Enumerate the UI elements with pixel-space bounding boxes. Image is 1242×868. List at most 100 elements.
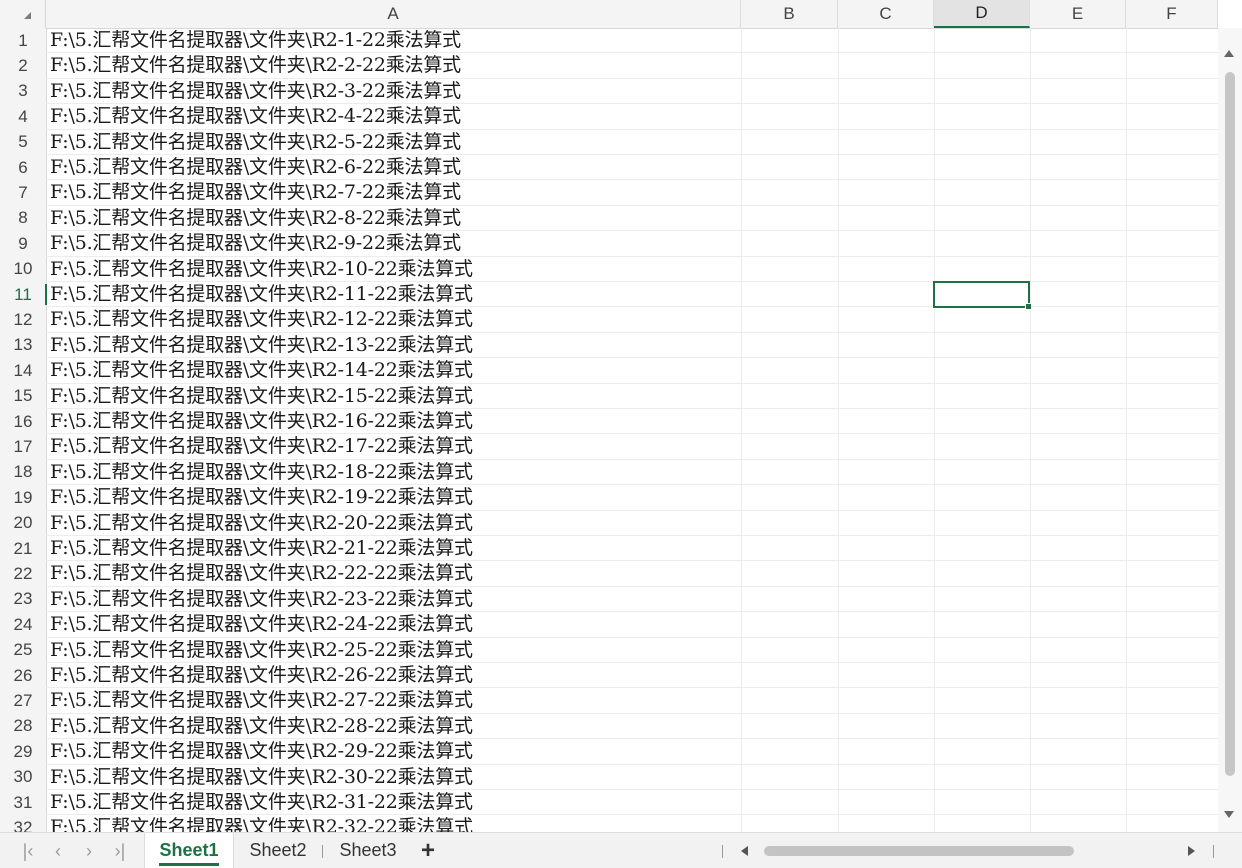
cell-a[interactable]: F:\5.汇帮文件名提取器\文件夹\R2-23-22乘法算式 bbox=[50, 587, 473, 612]
cell-a[interactable]: F:\5.汇帮文件名提取器\文件夹\R2-16-22乘法算式 bbox=[50, 409, 473, 434]
row-header[interactable]: 19 bbox=[0, 485, 46, 510]
scroll-right-icon[interactable] bbox=[1188, 846, 1195, 856]
row-header[interactable]: 1 bbox=[0, 28, 46, 53]
cell-area[interactable]: F:\5.汇帮文件名提取器\文件夹\R2-1-22乘法算式 F:\5.汇帮文件名提… bbox=[46, 28, 1218, 832]
column-header-bar: ABCDEF bbox=[0, 0, 1218, 29]
column-header-f[interactable]: F bbox=[1126, 0, 1218, 28]
cell-a[interactable]: F:\5.汇帮文件名提取器\文件夹\R2-19-22乘法算式 bbox=[50, 485, 473, 510]
cell-a[interactable]: F:\5.汇帮文件名提取器\文件夹\R2-17-22乘法算式 bbox=[50, 434, 473, 459]
cell-a[interactable]: F:\5.汇帮文件名提取器\文件夹\R2-13-22乘法算式 bbox=[50, 333, 473, 358]
row-header[interactable]: 15 bbox=[0, 384, 46, 409]
spreadsheet-grid: ABCDEF 1 2 3 4 5 6 7 8 9 10 11 12 13 14 15 16 17 18 19 20 21… bbox=[0, 0, 1218, 832]
column-gridline bbox=[934, 28, 935, 832]
row-header[interactable]: 8 bbox=[0, 206, 46, 231]
tab-sheet3[interactable]: Sheet3 bbox=[326, 833, 410, 868]
row-header[interactable]: 31 bbox=[0, 790, 46, 815]
row-header[interactable]: 5 bbox=[0, 130, 46, 155]
row-header[interactable]: 14 bbox=[0, 358, 46, 383]
scroll-left-icon[interactable] bbox=[741, 846, 748, 856]
cell-a[interactable]: F:\5.汇帮文件名提取器\文件夹\R2-11-22乘法算式 bbox=[50, 282, 473, 307]
row-header[interactable]: 24 bbox=[0, 612, 46, 637]
tab-divider bbox=[322, 845, 323, 858]
cell-a[interactable]: F:\5.汇帮文件名提取器\文件夹\R2-14-22乘法算式 bbox=[50, 358, 473, 383]
select-all-button[interactable] bbox=[0, 0, 46, 28]
cell-a[interactable]: F:\5.汇帮文件名提取器\文件夹\R2-2-22乘法算式 bbox=[50, 53, 461, 78]
row-header[interactable]: 2 bbox=[0, 53, 46, 78]
column-gridline bbox=[838, 28, 839, 832]
horizontal-scroll-thumb[interactable] bbox=[764, 846, 1074, 856]
cell-a[interactable]: F:\5.汇帮文件名提取器\文件夹\R2-30-22乘法算式 bbox=[50, 765, 473, 790]
cell-a[interactable]: F:\5.汇帮文件名提取器\文件夹\R2-1-22乘法算式 bbox=[50, 28, 461, 53]
last-sheet-icon[interactable]: ›| bbox=[110, 841, 130, 861]
row-header[interactable]: 7 bbox=[0, 180, 46, 205]
cell-a[interactable]: F:\5.汇帮文件名提取器\文件夹\R2-12-22乘法算式 bbox=[50, 307, 473, 332]
cell-a[interactable]: F:\5.汇帮文件名提取器\文件夹\R2-4-22乘法算式 bbox=[50, 104, 461, 129]
cell-a[interactable]: F:\5.汇帮文件名提取器\文件夹\R2-25-22乘法算式 bbox=[50, 638, 473, 663]
column-header-b[interactable]: B bbox=[741, 0, 838, 28]
row-header[interactable]: 3 bbox=[0, 79, 46, 104]
row-header[interactable]: 16 bbox=[0, 409, 46, 434]
row-header[interactable]: 29 bbox=[0, 739, 46, 764]
column-gridline bbox=[741, 28, 742, 832]
next-sheet-icon[interactable]: › bbox=[79, 841, 99, 861]
fill-handle[interactable] bbox=[1025, 303, 1032, 311]
row-header[interactable]: 21 bbox=[0, 536, 46, 561]
cell-a[interactable]: F:\5.汇帮文件名提取器\文件夹\R2-15-22乘法算式 bbox=[50, 384, 473, 409]
cell-a[interactable]: F:\5.汇帮文件名提取器\文件夹\R2-32-22乘法算式 bbox=[50, 815, 473, 832]
column-header-c[interactable]: C bbox=[838, 0, 934, 28]
row-header[interactable]: 22 bbox=[0, 561, 46, 586]
tab-sheet1[interactable]: Sheet1 bbox=[144, 833, 234, 868]
prev-sheet-icon[interactable]: ‹ bbox=[48, 841, 68, 861]
row-header[interactable]: 18 bbox=[0, 460, 46, 485]
cell-a[interactable]: F:\5.汇帮文件名提取器\文件夹\R2-10-22乘法算式 bbox=[50, 257, 473, 282]
cell-a[interactable]: F:\5.汇帮文件名提取器\文件夹\R2-5-22乘法算式 bbox=[50, 130, 461, 155]
row-header[interactable]: 13 bbox=[0, 333, 46, 358]
row-header[interactable]: 6 bbox=[0, 155, 46, 180]
cell-a[interactable]: F:\5.汇帮文件名提取器\文件夹\R2-21-22乘法算式 bbox=[50, 536, 473, 561]
cell-a[interactable]: F:\5.汇帮文件名提取器\文件夹\R2-7-22乘法算式 bbox=[50, 180, 461, 205]
cell-a[interactable]: F:\5.汇帮文件名提取器\文件夹\R2-3-22乘法算式 bbox=[50, 79, 461, 104]
select-all-triangle-icon bbox=[24, 12, 31, 19]
row-header[interactable]: 9 bbox=[0, 231, 46, 256]
cell-a[interactable]: F:\5.汇帮文件名提取器\文件夹\R2-6-22乘法算式 bbox=[50, 155, 461, 180]
row-header[interactable]: 11 bbox=[0, 282, 47, 307]
tab-sheet2[interactable]: Sheet2 bbox=[236, 833, 320, 868]
cell-a[interactable]: F:\5.汇帮文件名提取器\文件夹\R2-9-22乘法算式 bbox=[50, 231, 461, 256]
row-header[interactable]: 28 bbox=[0, 714, 46, 739]
scroll-down-icon[interactable] bbox=[1224, 811, 1234, 818]
selected-cell[interactable] bbox=[933, 281, 1032, 311]
row-header[interactable]: 27 bbox=[0, 688, 46, 713]
cell-a[interactable]: F:\5.汇帮文件名提取器\文件夹\R2-18-22乘法算式 bbox=[50, 460, 473, 485]
cell-a[interactable]: F:\5.汇帮文件名提取器\文件夹\R2-24-22乘法算式 bbox=[50, 612, 473, 637]
cell-a[interactable]: F:\5.汇帮文件名提取器\文件夹\R2-28-22乘法算式 bbox=[50, 714, 473, 739]
row-header[interactable]: 30 bbox=[0, 765, 46, 790]
cell-a[interactable]: F:\5.汇帮文件名提取器\文件夹\R2-8-22乘法算式 bbox=[50, 206, 461, 231]
column-header-e[interactable]: E bbox=[1030, 0, 1126, 28]
row-header[interactable]: 23 bbox=[0, 587, 46, 612]
row-header[interactable]: 20 bbox=[0, 511, 46, 536]
vertical-scrollbar[interactable] bbox=[1218, 28, 1242, 832]
cell-a[interactable]: F:\5.汇帮文件名提取器\文件夹\R2-26-22乘法算式 bbox=[50, 663, 473, 688]
row-header[interactable]: 32 bbox=[0, 815, 46, 832]
cell-a[interactable]: F:\5.汇帮文件名提取器\文件夹\R2-20-22乘法算式 bbox=[50, 511, 473, 536]
row-header[interactable]: 12 bbox=[0, 307, 46, 332]
scroll-end-divider bbox=[1213, 845, 1214, 858]
row-header[interactable]: 25 bbox=[0, 638, 46, 663]
cell-a[interactable]: F:\5.汇帮文件名提取器\文件夹\R2-29-22乘法算式 bbox=[50, 739, 473, 764]
vertical-scroll-thumb[interactable] bbox=[1225, 72, 1235, 776]
scroll-up-icon[interactable] bbox=[1224, 50, 1234, 57]
first-sheet-icon[interactable]: |‹ bbox=[18, 841, 38, 861]
column-gridline bbox=[1030, 28, 1031, 832]
row-header[interactable]: 4 bbox=[0, 104, 46, 129]
row-header[interactable]: 17 bbox=[0, 434, 46, 459]
column-header-a[interactable]: A bbox=[46, 0, 741, 28]
cell-a[interactable]: F:\5.汇帮文件名提取器\文件夹\R2-22-22乘法算式 bbox=[50, 561, 473, 586]
row-header[interactable]: 10 bbox=[0, 257, 46, 282]
cell-a[interactable]: F:\5.汇帮文件名提取器\文件夹\R2-27-22乘法算式 bbox=[50, 688, 473, 713]
scroll-divider bbox=[722, 845, 723, 858]
row-header[interactable]: 26 bbox=[0, 663, 46, 688]
row-header-bar: 1 2 3 4 5 6 7 8 9 10 11 12 13 14 15 16 17 18 19 20 21 22 23 24 2… bbox=[0, 28, 47, 832]
add-sheet-button[interactable]: + bbox=[416, 837, 440, 865]
cell-a[interactable]: F:\5.汇帮文件名提取器\文件夹\R2-31-22乘法算式 bbox=[50, 790, 473, 815]
column-header-d[interactable]: D bbox=[934, 0, 1030, 28]
